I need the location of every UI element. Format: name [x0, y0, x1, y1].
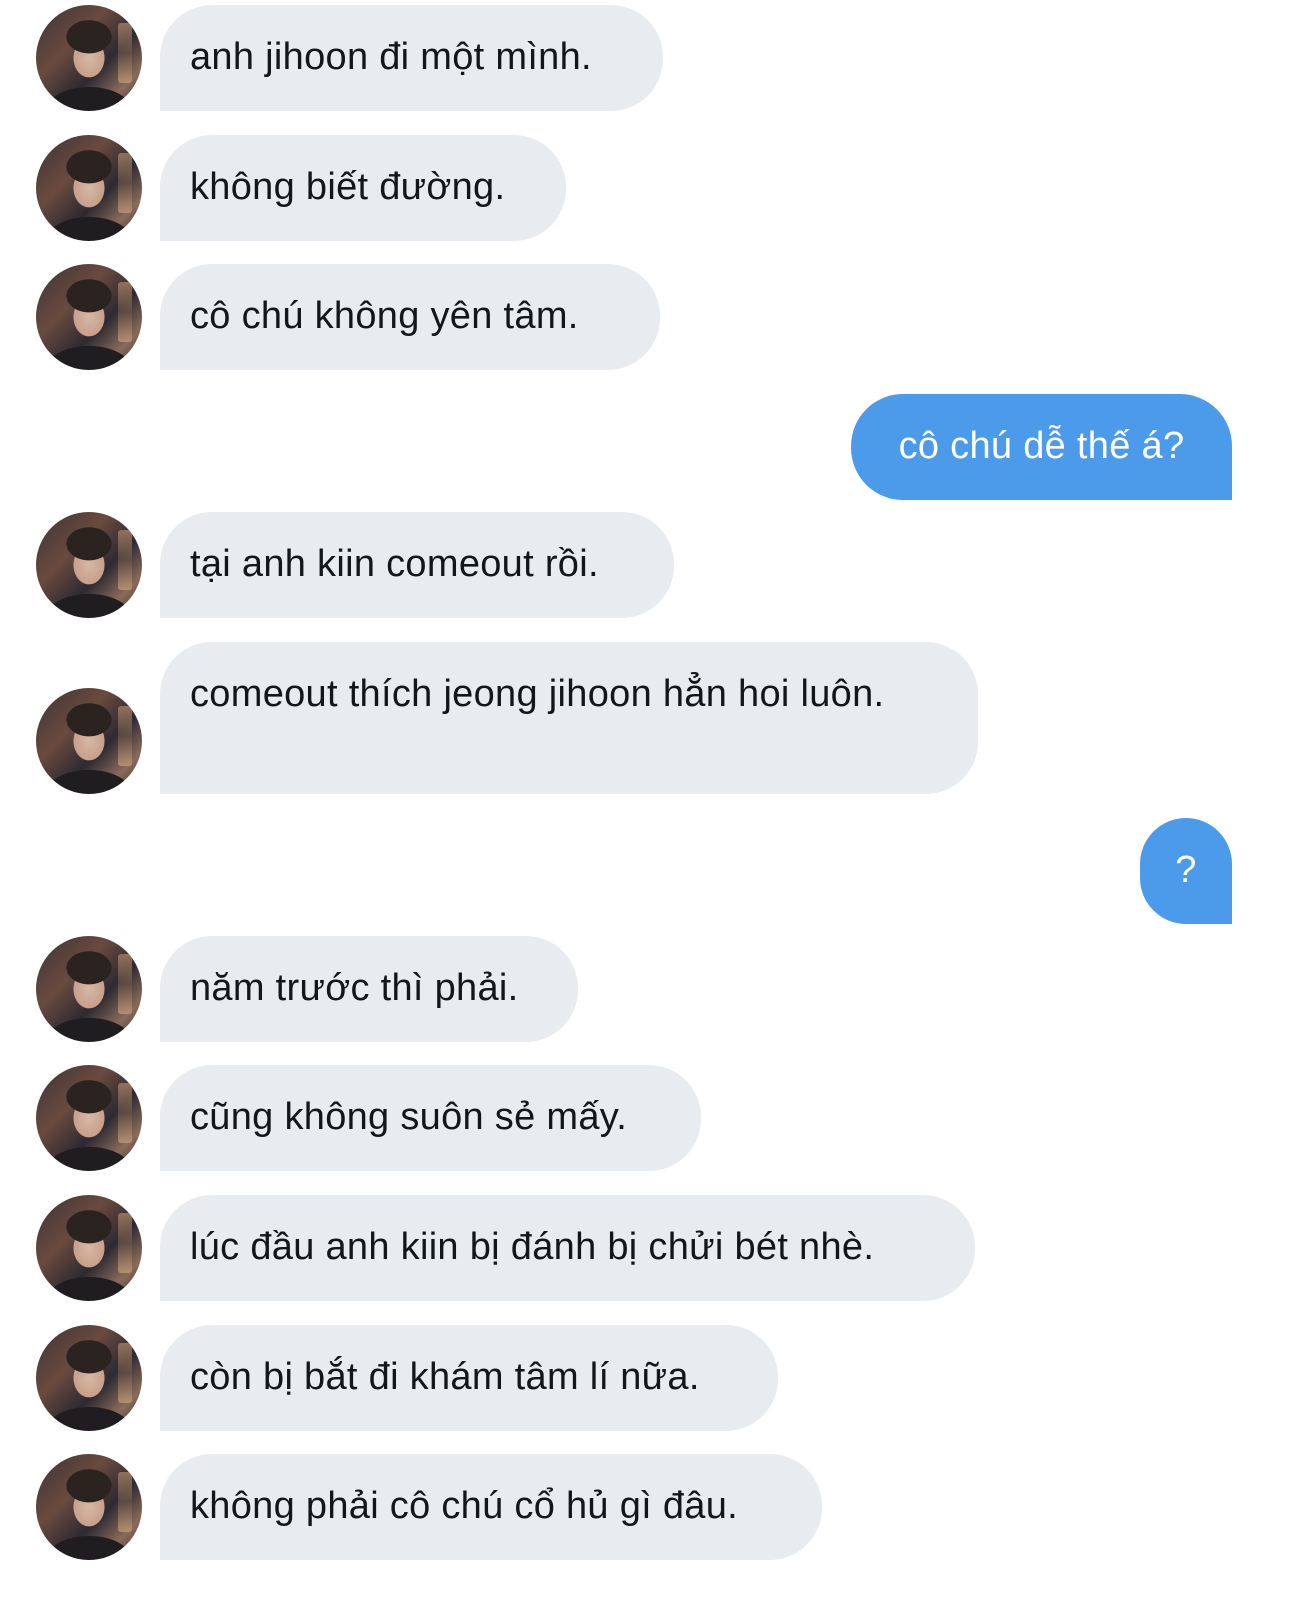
avatar-photo-detail — [118, 153, 132, 213]
avatar[interactable] — [36, 1325, 142, 1431]
message-bubble-incoming[interactable]: không phải cô chú cổ hủ gì đâu. — [160, 1454, 822, 1560]
avatar-photo-detail — [118, 954, 132, 1014]
message-bubble-incoming[interactable]: comeout thích jeong jihoon hẳn hoi luôn. — [160, 642, 978, 794]
avatar-photo-detail — [118, 1472, 132, 1532]
message-bubble-incoming[interactable]: lúc đầu anh kiin bị đánh bị chửi bét nhè… — [160, 1195, 975, 1301]
avatar-photo-detail — [118, 1343, 132, 1403]
avatar[interactable] — [36, 1454, 142, 1560]
avatar[interactable] — [36, 688, 142, 794]
avatar[interactable] — [36, 936, 142, 1042]
avatar[interactable] — [36, 5, 142, 111]
avatar-photo-detail — [118, 23, 132, 83]
avatar[interactable] — [36, 512, 142, 618]
message-bubble-incoming[interactable]: anh jihoon đi một mình. — [160, 5, 663, 111]
avatar-photo-detail — [118, 1083, 132, 1143]
avatar[interactable] — [36, 135, 142, 241]
message-bubble-incoming[interactable]: tại anh kiin comeout rồi. — [160, 512, 674, 618]
message-bubble-incoming[interactable]: còn bị bắt đi khám tâm lí nữa. — [160, 1325, 778, 1431]
avatar[interactable] — [36, 1065, 142, 1171]
message-bubble-incoming[interactable]: cô chú không yên tâm. — [160, 264, 660, 370]
avatar[interactable] — [36, 1195, 142, 1301]
avatar[interactable] — [36, 264, 142, 370]
avatar-photo-detail — [118, 706, 132, 766]
avatar-photo-detail — [118, 1213, 132, 1273]
message-bubble-incoming[interactable]: không biết đường. — [160, 135, 566, 241]
message-bubble-incoming[interactable]: năm trước thì phải. — [160, 936, 578, 1042]
message-bubble-outgoing[interactable]: cô chú dễ thế á? — [851, 394, 1232, 500]
message-bubble-incoming[interactable]: cũng không suôn sẻ mấy. — [160, 1065, 701, 1171]
avatar-photo-detail — [118, 530, 132, 590]
avatar-photo-detail — [118, 282, 132, 342]
message-bubble-outgoing[interactable]: ? — [1140, 818, 1232, 924]
